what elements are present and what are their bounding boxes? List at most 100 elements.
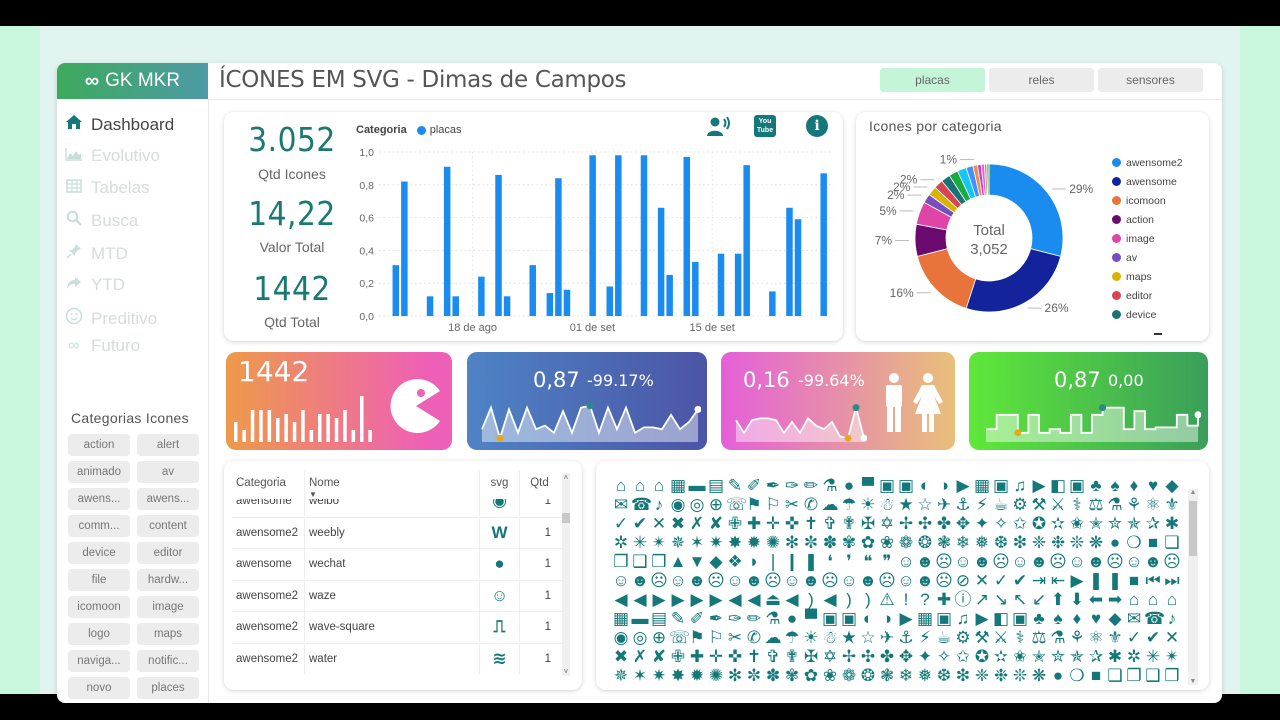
category-button[interactable]: editor (137, 542, 199, 564)
gallery-icon[interactable]: ❒ (650, 553, 668, 571)
gallery-icon[interactable]: ☺ (954, 553, 972, 571)
gallery-icon[interactable]: ☹ (1049, 553, 1067, 571)
gallery-icon[interactable]: ☺ (1011, 553, 1029, 571)
gallery-icon[interactable]: ☹ (650, 572, 668, 590)
gallery-icon[interactable]: ⚓ (897, 629, 915, 647)
gallery-icon[interactable]: ☻ (802, 572, 820, 590)
table-row[interactable]: awensome2 water ≋ 1 (232, 642, 562, 674)
gallery-icon[interactable]: ✉ (1125, 610, 1143, 628)
gallery-icon[interactable]: ❃ (878, 667, 896, 683)
gallery-icon[interactable]: ❂ (916, 534, 934, 552)
gallery-icon[interactable]: ✹ (688, 667, 706, 683)
legend-item-icomoon[interactable]: icomoon (1112, 191, 1183, 210)
gallery-icon[interactable]: ▶ (1068, 572, 1086, 590)
gallery-icon[interactable]: ◉ (612, 629, 630, 647)
gallery-icon[interactable]: ❁ (897, 534, 915, 552)
gallery-icon[interactable]: ↘ (992, 591, 1010, 609)
gallery-icon[interactable]: ✗ (688, 515, 706, 533)
gallery-icon[interactable]: ◗ (745, 553, 763, 571)
gallery-icon[interactable]: ✤ (878, 648, 896, 666)
gallery-icon[interactable]: ⌂ (1125, 591, 1143, 609)
gallery-icon[interactable]: ▦ (612, 610, 630, 628)
gallery-icon[interactable]: ✜ (783, 515, 801, 533)
gallery-icon[interactable]: ☻ (631, 572, 649, 590)
gallery-icon[interactable]: ✆ (745, 629, 763, 647)
gallery-icon[interactable]: ✚ (688, 648, 706, 666)
gallery-icon[interactable]: ✔ (1011, 572, 1029, 590)
category-button[interactable]: maps (137, 623, 199, 645)
gallery-icon[interactable]: ✶ (688, 534, 706, 552)
gallery-icon[interactable]: ⬅ (1087, 591, 1105, 609)
gallery-icon[interactable]: ● (840, 477, 858, 495)
gallery-icon[interactable]: ■ (1087, 667, 1105, 683)
bar[interactable] (443, 166, 451, 316)
gallery-icon[interactable]: ✴ (650, 534, 668, 552)
gallery-icon[interactable]: ✰ (1087, 648, 1105, 666)
gallery-icon[interactable]: ✽ (821, 534, 839, 552)
legend-item-action[interactable]: action (1112, 210, 1183, 229)
gallery-icon[interactable]: ✒ (764, 477, 782, 495)
gallery-icon[interactable]: ♪ (1163, 610, 1181, 628)
gallery-icon[interactable]: ◀ (612, 591, 630, 609)
gallery-icon[interactable]: ✗ (631, 648, 649, 666)
gallery-icon[interactable]: ✢ (840, 648, 858, 666)
gallery-icon[interactable]: ❚ (1106, 572, 1124, 590)
gallery-icon[interactable]: ☹ (878, 572, 896, 590)
gallery-icon[interactable]: ❇ (1011, 534, 1029, 552)
segment-sensores[interactable]: sensores (1098, 68, 1203, 92)
gallery-icon[interactable]: ✩ (954, 648, 972, 666)
gallery-icon[interactable]: ✾ (783, 667, 801, 683)
gallery-icon[interactable]: ❂ (859, 667, 877, 683)
gallery-icon[interactable]: ▣ (840, 610, 858, 628)
gallery-icon[interactable]: ☺ (669, 572, 687, 590)
voice-user-icon[interactable] (706, 116, 730, 143)
gallery-icon[interactable]: ☺ (1068, 553, 1086, 571)
gallery-icon[interactable]: ☃ (821, 629, 839, 647)
nav-busca[interactable]: Busca (65, 210, 138, 231)
bar[interactable] (503, 296, 511, 316)
gallery-icon[interactable]: ▶ (688, 591, 706, 609)
category-button[interactable]: image (137, 596, 199, 618)
gallery-icon[interactable]: ✴ (1163, 648, 1181, 666)
gallery-icon[interactable]: ▣ (878, 477, 896, 495)
gallery-icon[interactable]: ✡ (878, 515, 896, 533)
gallery-icon[interactable]: ✂ (783, 496, 801, 514)
gallery-icon[interactable]: ⌂ (1163, 591, 1181, 609)
gallery-icon[interactable]: ▣ (992, 477, 1010, 495)
gallery-icon[interactable]: ✹ (745, 534, 763, 552)
gallery-icon[interactable]: ▶ (973, 610, 991, 628)
gallery-icon[interactable]: ⬆ (1049, 591, 1067, 609)
gallery-icon[interactable]: ☏ (726, 496, 747, 514)
gallery-icon[interactable]: ✞ (764, 648, 782, 666)
nav-preditivo[interactable]: Preditivo (65, 307, 157, 330)
legend-item-maps[interactable]: maps (1112, 267, 1183, 286)
gallery-icon[interactable]: ✼ (802, 534, 820, 552)
gallery-icon[interactable]: ☆ (916, 496, 934, 514)
gallery-icon[interactable]: ⚘ (1125, 496, 1143, 514)
gallery-icon[interactable]: ✐ (745, 477, 763, 495)
gallery-icon[interactable]: ☻ (916, 553, 934, 571)
gallery-icon[interactable]: ◉ (669, 496, 687, 514)
gallery-icon[interactable]: ✘ (707, 515, 725, 533)
bar[interactable] (683, 156, 691, 316)
gallery-icon[interactable]: ✥ (954, 515, 972, 533)
gallery-icon[interactable]: ✖ (669, 515, 687, 533)
gallery-icon[interactable]: ✬ (1011, 648, 1029, 666)
gallery-icon[interactable]: ▬ (631, 610, 649, 628)
gallery-icon[interactable]: ✺ (764, 534, 782, 552)
scroll-thumb[interactable] (1189, 501, 1197, 556)
gallery-icon[interactable]: ⚠ (878, 591, 896, 609)
gallery-icon[interactable]: ✓ (612, 515, 630, 533)
gallery-icon[interactable]: ❀ (821, 667, 839, 683)
category-button[interactable]: hardw... (137, 569, 199, 591)
gallery-icon[interactable]: ✸ (669, 667, 687, 683)
gallery-icon[interactable]: ⬇ (1068, 591, 1086, 609)
gallery-icon[interactable]: ☕ (935, 629, 953, 647)
gallery-icon[interactable]: ☹ (1163, 553, 1181, 571)
gallery-icon[interactable]: ☁ (821, 496, 839, 514)
gallery-icon[interactable]: ● (783, 610, 801, 628)
gallery-icon[interactable]: ▶ (897, 610, 915, 628)
gallery-icon[interactable]: ☹ (992, 553, 1010, 571)
gallery-icon[interactable]: ✬ (1068, 515, 1086, 533)
gallery-icon[interactable]: ⌂ (1144, 591, 1162, 609)
